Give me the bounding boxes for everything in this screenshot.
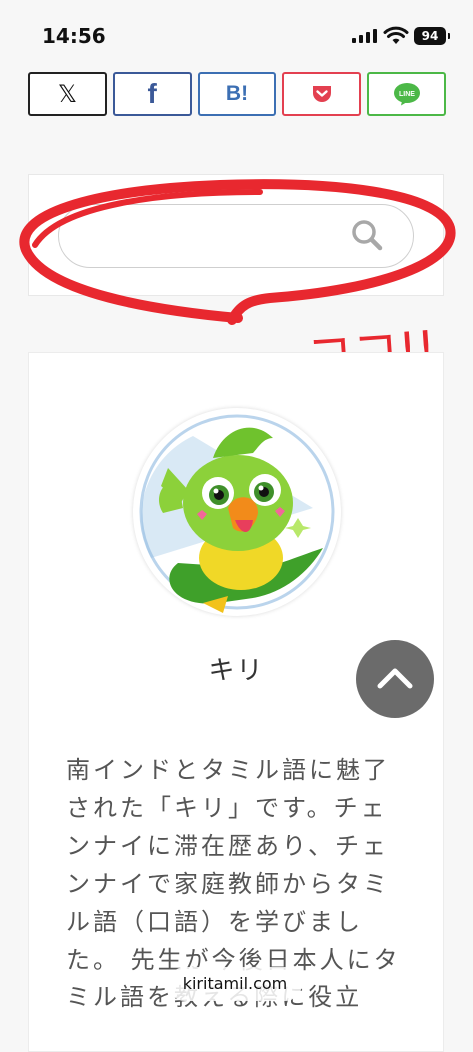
line-icon-label: LINE	[399, 91, 415, 98]
cellular-signal-icon	[352, 28, 377, 43]
share-buttons: 𝕏 f B! LINE	[28, 72, 446, 116]
search-input[interactable]	[81, 221, 345, 253]
search-icon[interactable]	[350, 218, 384, 252]
chevron-up-icon	[377, 668, 413, 689]
pocket-icon	[312, 86, 331, 102]
parrot-avatar-image	[139, 414, 335, 613]
share-x-button[interactable]: 𝕏	[28, 72, 107, 116]
share-hatena-button[interactable]: B!	[197, 72, 277, 116]
back-to-top-button[interactable]	[356, 640, 434, 718]
hatena-bookmark-icon: B!	[225, 82, 249, 105]
wifi-icon	[383, 26, 409, 44]
share-facebook-button[interactable]: f	[112, 72, 192, 116]
avatar	[133, 408, 341, 616]
x-logo-icon: 𝕏	[57, 80, 78, 108]
battery-icon: 94	[414, 27, 450, 45]
facebook-icon: f	[147, 78, 157, 109]
status-time: 14:56	[42, 24, 106, 48]
browser-url-bar[interactable]: kiritamil.com	[168, 967, 302, 1001]
line-icon: LINE	[393, 83, 420, 106]
share-line-button[interactable]: LINE	[367, 72, 446, 116]
share-pocket-button[interactable]	[282, 72, 362, 116]
status-bar: 14:56 94	[0, 0, 473, 70]
